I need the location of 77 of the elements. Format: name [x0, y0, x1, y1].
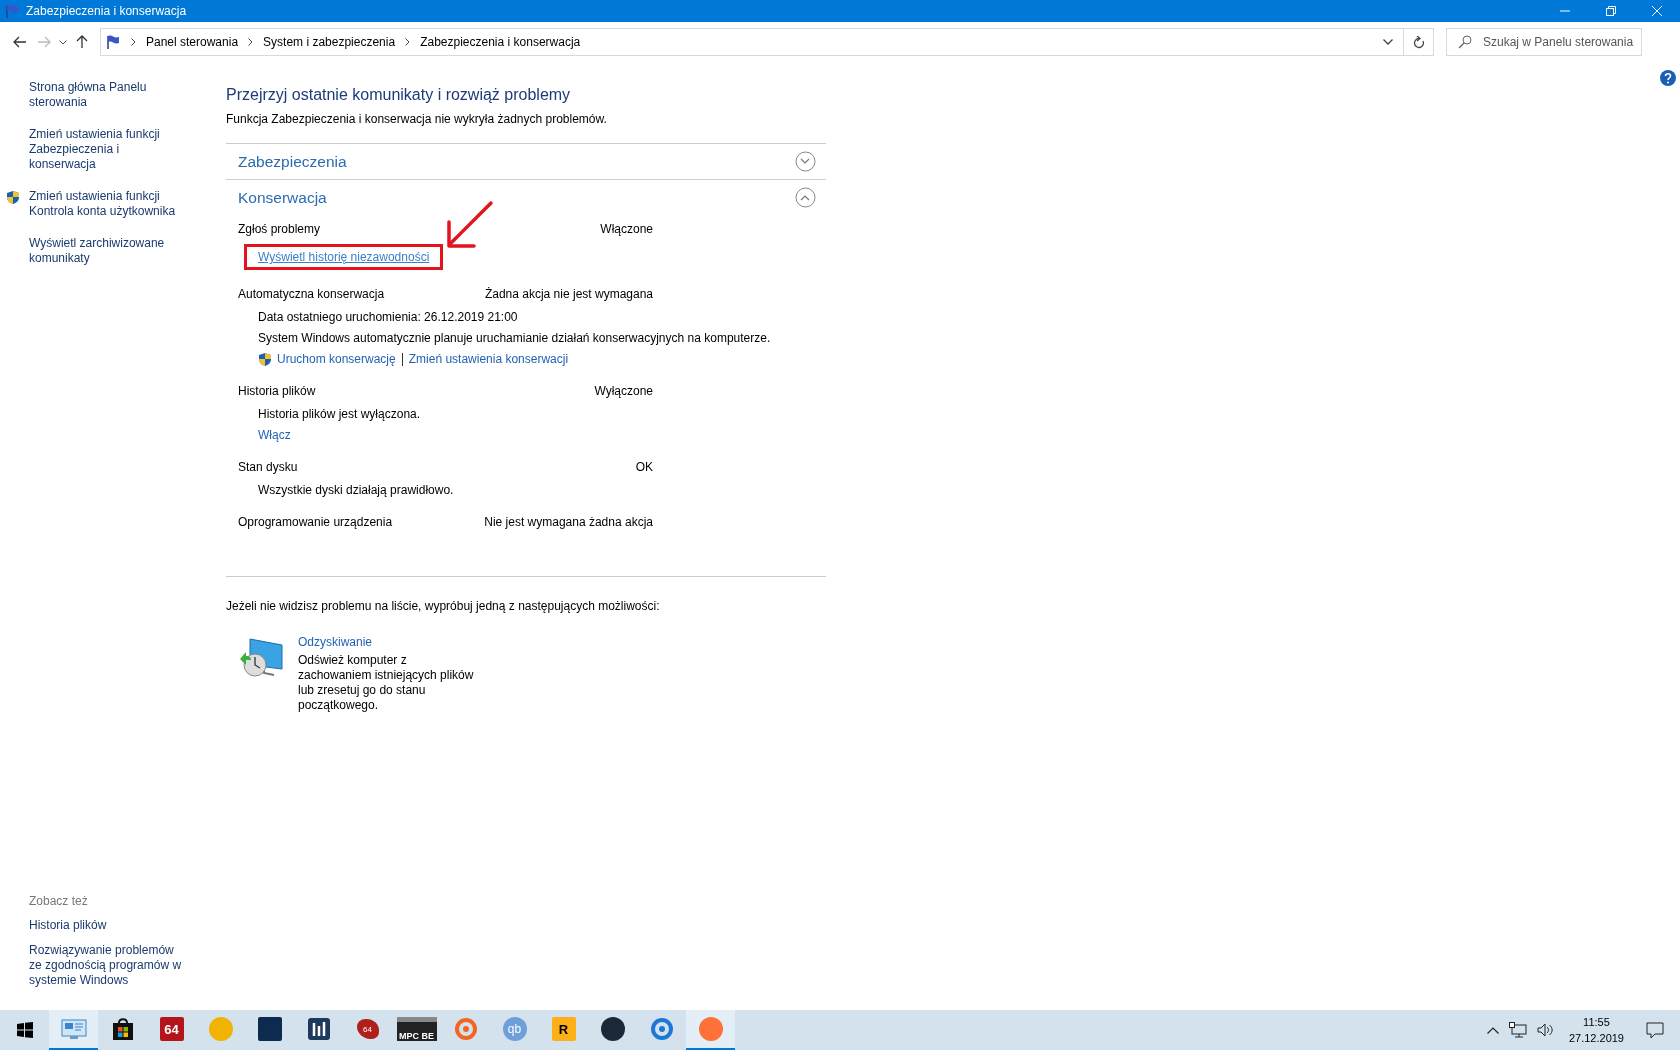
- app-tile-icon[interactable]: [257, 1017, 282, 1041]
- speaker-icon[interactable]: [1536, 1023, 1555, 1037]
- hint-text: Jeżeli nie widzisz problemu na liście, wypróbuj jedną z następujących możliwości:: [226, 599, 661, 613]
- item-label: Historia plików: [238, 383, 316, 400]
- detail-text: Wszystkie dyski działają prawidłowo.: [258, 482, 454, 498]
- forward-arrow-icon: [37, 36, 51, 48]
- chevron-down-icon: [59, 39, 67, 45]
- collapse-icon[interactable]: [795, 187, 816, 208]
- app-tile-icon[interactable]: R: [551, 1017, 576, 1041]
- item-status: Żadna akcja nie jest wymagana: [484, 286, 653, 303]
- sidebar-link[interactable]: Zmień ustawienia funkcji Zabezpieczenia i konserwacja: [29, 127, 187, 172]
- ring-icon[interactable]: [649, 1017, 674, 1041]
- search-field[interactable]: Szukaj w Panelu sterowania: [1446, 28, 1642, 56]
- monitor-clock-icon: [238, 635, 284, 679]
- flag-icon: [105, 34, 121, 50]
- window-title: Zabezpieczenia i konserwacja: [26, 4, 187, 18]
- recovery-description: Odśwież komputer z zachowaniem istniejących plików lub zresetuj go do stanu początkowego.: [298, 653, 475, 713]
- clock-date: 27.12.2019: [1568, 1031, 1624, 1046]
- chevron-right-icon: [131, 38, 136, 46]
- clapperboard-icon[interactable]: MPC BE: [396, 1017, 437, 1041]
- equalizer-icon[interactable]: [306, 1017, 331, 1041]
- breadcrumb[interactable]: System i zabezpieczenia: [263, 35, 396, 49]
- breadcrumb[interactable]: Panel sterowania: [146, 35, 239, 49]
- section-header[interactable]: Konserwacja: [226, 180, 826, 215]
- splat-icon[interactable]: 64: [356, 1019, 379, 1039]
- refresh-icon: [1412, 35, 1425, 49]
- clock[interactable]: 11:55 27.12.2019: [1568, 1014, 1624, 1046]
- item-label: Oprogramowanie urządzenia: [238, 514, 393, 531]
- sidebar-link[interactable]: Zmień ustawienia funkcji Kontrola konta użytkownika: [29, 189, 187, 219]
- help-button[interactable]: [1660, 70, 1676, 86]
- link[interactable]: Uruchom konserwację: [277, 351, 396, 367]
- breadcrumb[interactable]: Zabezpieczenia i konserwacja: [420, 35, 581, 49]
- back-arrow-icon: [13, 36, 27, 48]
- link[interactable]: Wyświetl historię niezawodności: [258, 250, 430, 264]
- app-tile-icon[interactable]: 64: [159, 1017, 184, 1041]
- expand-icon[interactable]: [795, 151, 816, 172]
- search-icon: [1458, 35, 1472, 49]
- section-header[interactable]: Zabezpieczenia: [226, 144, 826, 179]
- recovery-link[interactable]: Odzyskiwanie: [298, 635, 483, 649]
- see-also-heading: Zobacz też: [28, 894, 89, 908]
- sidebar-link[interactable]: Wyświetl zarchiwizowane komunikaty: [29, 236, 187, 266]
- item-label: Zgłoś problemy: [238, 221, 321, 238]
- item-label: Automatyczna konserwacja: [238, 286, 385, 303]
- restore-icon: [1606, 6, 1616, 16]
- windows-logo-icon: [16, 1022, 33, 1038]
- close-icon: [1652, 6, 1662, 16]
- section-title: Zabezpieczenia: [238, 152, 347, 171]
- item-status: Włączone: [600, 221, 653, 238]
- chevron-down-icon: [1383, 39, 1393, 45]
- shopping-bag-icon[interactable]: [110, 1017, 135, 1041]
- up-arrow-icon: [76, 35, 88, 49]
- item-status: Wyłączone: [594, 383, 653, 400]
- link[interactable]: Zmień ustawienia konserwacji: [408, 351, 569, 367]
- page-heading: Przejrzyj ostatnie komunikaty i rozwiąż problemy: [226, 86, 572, 104]
- notification-icon[interactable]: [1646, 1021, 1664, 1039]
- item-label: Stan dysku: [238, 459, 298, 476]
- chevron-up-icon[interactable]: [1486, 1026, 1499, 1034]
- sidebar-link[interactable]: Historia plików: [29, 918, 107, 933]
- link[interactable]: Włącz: [258, 427, 291, 443]
- clock-time: 11:55: [1583, 1015, 1610, 1030]
- network-icon[interactable]: [1508, 1022, 1527, 1038]
- address-bar[interactable]: Panel sterowania System i zabezpieczenia Zabezpieczenia i konserwacja: [100, 28, 1434, 56]
- flag-icon: [4, 3, 20, 19]
- sidebar-link[interactable]: Rozwiązywanie problemów ze zgodnością programów w systemie Windows: [29, 943, 187, 988]
- item-status: OK: [635, 459, 653, 476]
- sidebar-link[interactable]: Strona główna Panelu sterowania: [29, 80, 187, 110]
- detail-text: Historia plików jest wyłączona.: [258, 406, 421, 422]
- control-panel-icon[interactable]: [60, 1018, 87, 1040]
- chevron-right-icon: [248, 38, 254, 46]
- help-icon: [1660, 70, 1676, 86]
- app-circle-icon[interactable]: [600, 1017, 625, 1041]
- status-message: Funkcja Zabezpieczenia i konserwacja nie wykryła żadnych problemów.: [226, 112, 608, 126]
- detail-text: Data ostatniego uruchomienia: 26.12.2019 21:00: [258, 309, 518, 325]
- detail-text: System Windows automatycznie planuje uruchamianie działań konserwacyjnych na komputerze.: [258, 330, 771, 346]
- section-title: Konserwacja: [238, 188, 327, 207]
- chevron-right-icon: [405, 38, 411, 46]
- item-status: Nie jest wymagana żadna akcja: [484, 514, 653, 531]
